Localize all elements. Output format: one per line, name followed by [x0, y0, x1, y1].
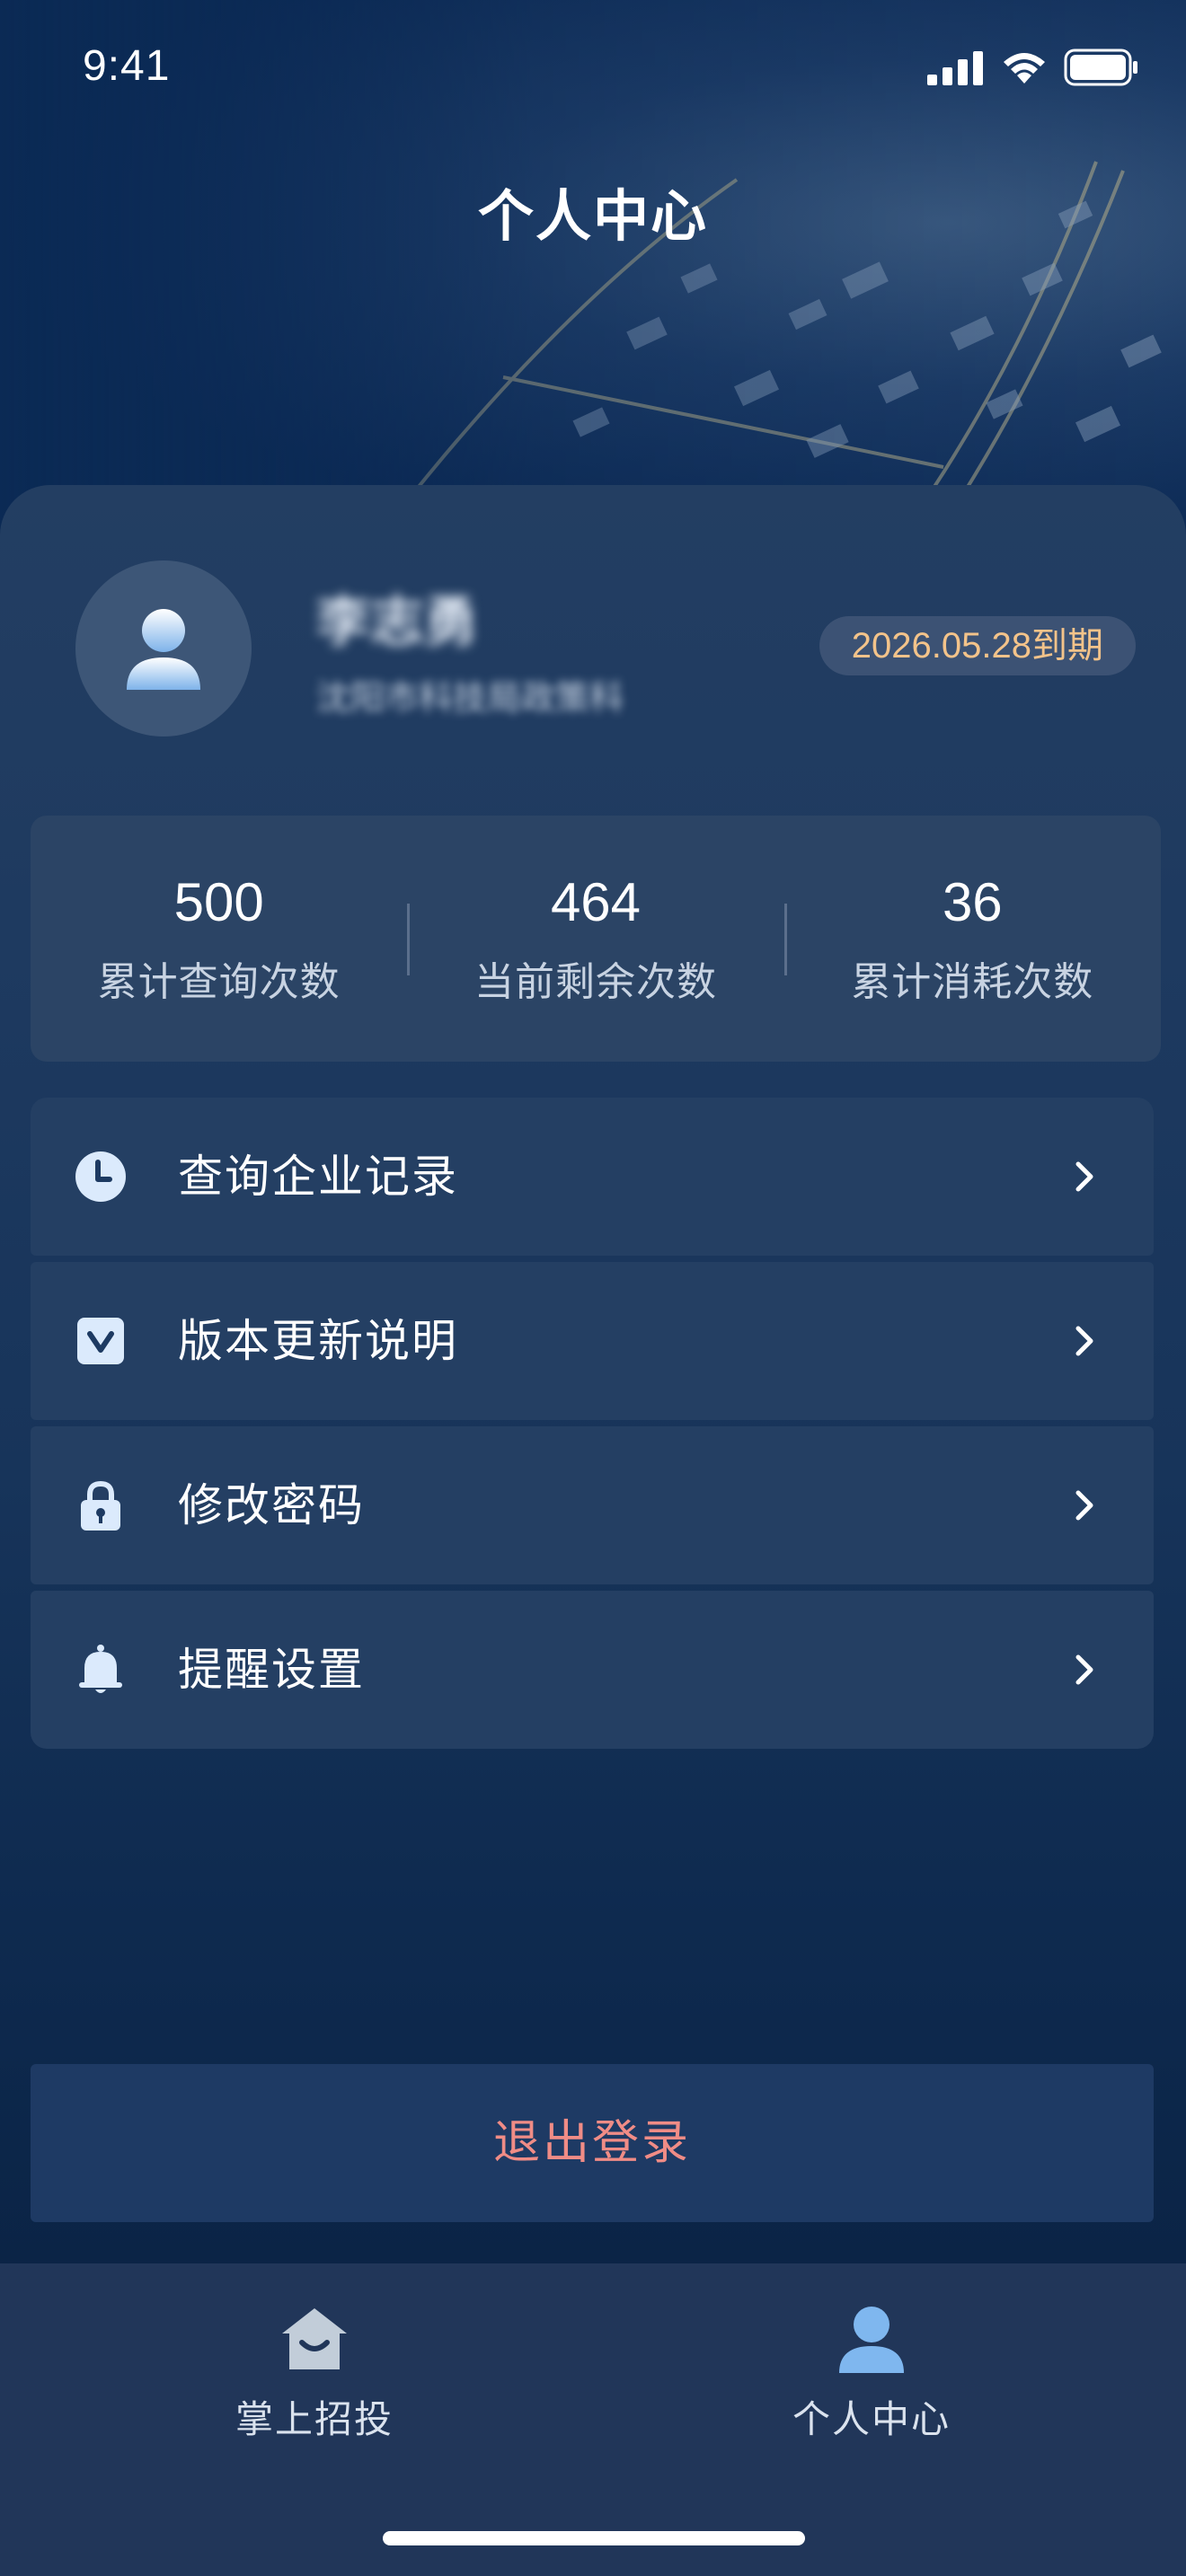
bell-icon [74, 1643, 128, 1697]
stat-label: 累计消耗次数 [851, 958, 1094, 1005]
wifi-icon [1004, 53, 1045, 84]
avatar[interactable] [75, 560, 252, 737]
status-bar: 9:41 [0, 0, 1186, 135]
tab-label: 掌上招投 [235, 2397, 394, 2441]
menu-label: 版本更新说明 [178, 1315, 458, 1367]
menu-item-reminder-settings[interactable]: 提醒设置 [31, 1591, 1154, 1749]
status-time: 9:41 [83, 42, 171, 90]
tab-bar: 掌上招投 个人中心 [0, 2263, 1186, 2576]
logout-button[interactable]: 退出登录 [31, 2064, 1154, 2222]
stat-label: 当前剩余次数 [474, 958, 717, 1005]
chevron-right-icon [1075, 1654, 1093, 1685]
chevron-right-icon [1075, 1326, 1093, 1356]
menu-label: 查询企业记录 [178, 1151, 458, 1203]
menu-item-version-notes[interactable]: 版本更新说明 [31, 1262, 1154, 1420]
stat-value: 36 [942, 871, 1003, 932]
home-icon [277, 2301, 352, 2377]
stat-consumed: 36 累计消耗次数 [783, 816, 1161, 1062]
cellular-signal-icon [927, 51, 983, 85]
chevron-right-icon [1075, 1490, 1093, 1521]
home-indicator [383, 2531, 805, 2545]
user-icon [834, 2301, 909, 2377]
battery-icon [1064, 49, 1137, 86]
user-organization: 沈阳市科技局政策科 [316, 678, 624, 718]
status-icons [927, 49, 1139, 86]
lock-icon [74, 1478, 128, 1532]
version-icon [74, 1314, 128, 1368]
tab-profile[interactable]: 个人中心 [737, 2301, 1006, 2444]
stat-label: 累计查询次数 [97, 958, 341, 1005]
stat-value: 500 [173, 871, 264, 932]
menu-label: 修改密码 [178, 1479, 365, 1531]
clock-icon [74, 1150, 128, 1204]
page-title: 个人中心 [477, 183, 708, 249]
usage-stats: 500 累计查询次数 464 当前剩余次数 36 累计消耗次数 [31, 816, 1161, 1062]
user-name: 李志勇 [316, 591, 478, 654]
expiry-badge: 2026.05.28到期 [819, 616, 1136, 675]
tab-label: 个人中心 [792, 2397, 951, 2441]
chevron-right-icon [1075, 1161, 1093, 1192]
profile-card: 李志勇 沈阳市科技局政策科 2026.05.28到期 500 累计查询次数 46… [0, 485, 1186, 2263]
menu-label: 提醒设置 [178, 1644, 365, 1696]
tab-home[interactable]: 掌上招投 [180, 2301, 449, 2444]
stat-remaining: 464 当前剩余次数 [407, 816, 783, 1062]
stat-value: 464 [550, 871, 642, 932]
menu-item-change-password[interactable]: 修改密码 [31, 1426, 1154, 1584]
menu-item-query-records[interactable]: 查询企业记录 [31, 1098, 1154, 1256]
default-avatar-icon [127, 609, 200, 690]
settings-menu: 查询企业记录 版本更新说明 修改密码 提醒设置 [31, 1098, 1154, 1755]
stat-total-queries: 500 累计查询次数 [31, 816, 407, 1062]
profile-screen: 9:41 个人中心 李志勇 沈阳市科技局政策科 2026.05.28到期 500… [0, 0, 1186, 2576]
